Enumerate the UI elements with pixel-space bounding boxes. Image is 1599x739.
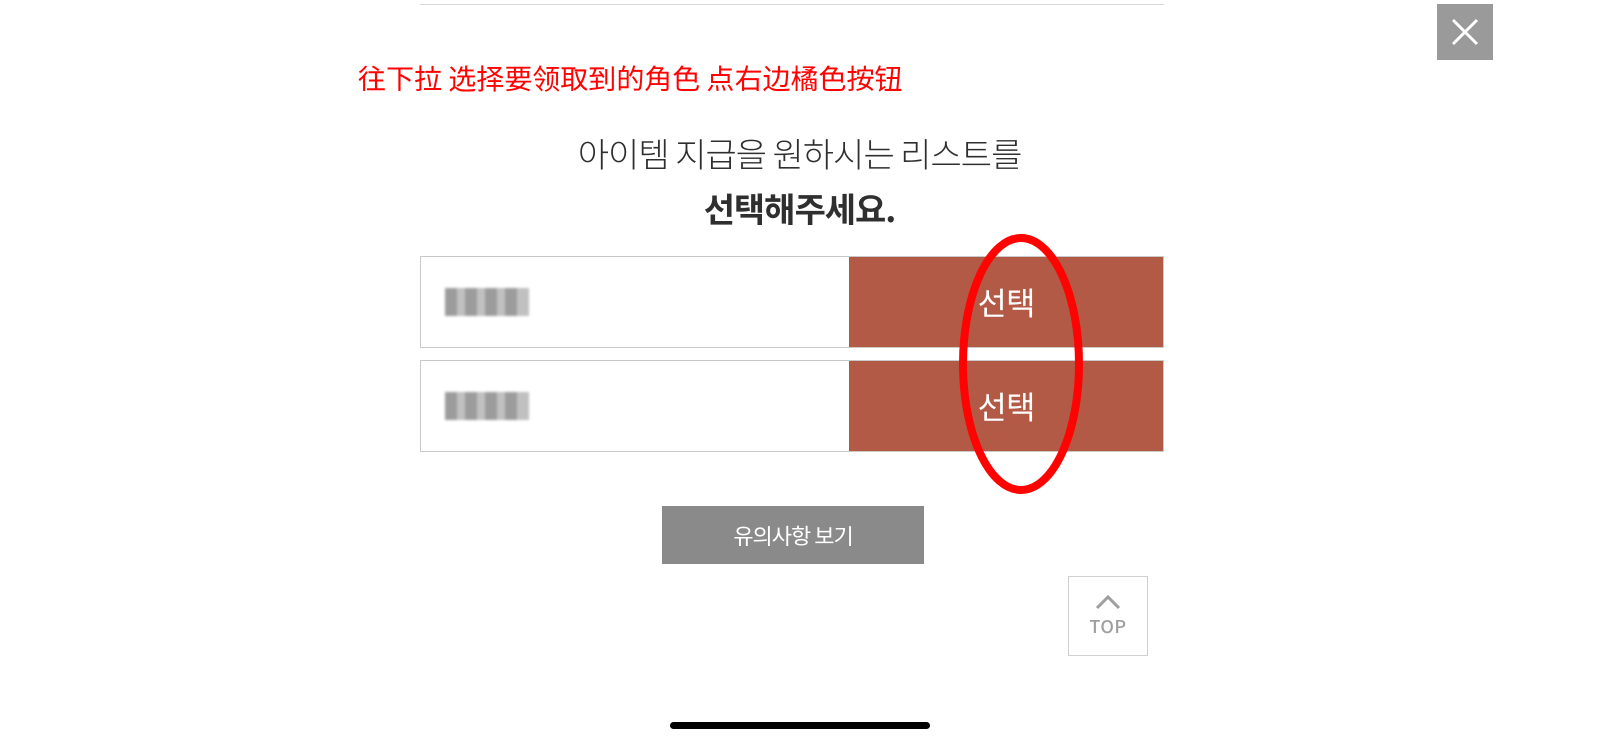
page-title-line2: 선택해주세요. (0, 183, 1599, 232)
close-button[interactable] (1437, 4, 1493, 60)
character-list: 선택 선택 (420, 256, 1164, 464)
select-character-button[interactable]: 선택 (849, 257, 1163, 347)
chevron-up-icon (1094, 593, 1122, 611)
page-title-line1: 아이템 지급을 원하시는 리스트를 (0, 128, 1599, 177)
instruction-annotation: 往下拉 选择要领取到的角色 点右边橘色按钮 (358, 58, 903, 98)
scroll-top-button[interactable]: TOP (1068, 576, 1148, 656)
list-item: 선택 (420, 360, 1164, 452)
divider (420, 4, 1164, 5)
view-notice-button[interactable]: 유의사항 보기 (662, 506, 924, 564)
page-title: 아이템 지급을 원하시는 리스트를 선택해주세요. (0, 128, 1599, 232)
home-indicator (670, 722, 930, 729)
character-name-cell (421, 257, 849, 347)
scroll-top-label: TOP (1089, 613, 1126, 639)
character-name-cell (421, 361, 849, 451)
character-name-obscured (445, 392, 529, 420)
character-name-obscured (445, 288, 529, 316)
select-character-button[interactable]: 선택 (849, 361, 1163, 451)
close-icon (1449, 16, 1481, 48)
list-item: 선택 (420, 256, 1164, 348)
